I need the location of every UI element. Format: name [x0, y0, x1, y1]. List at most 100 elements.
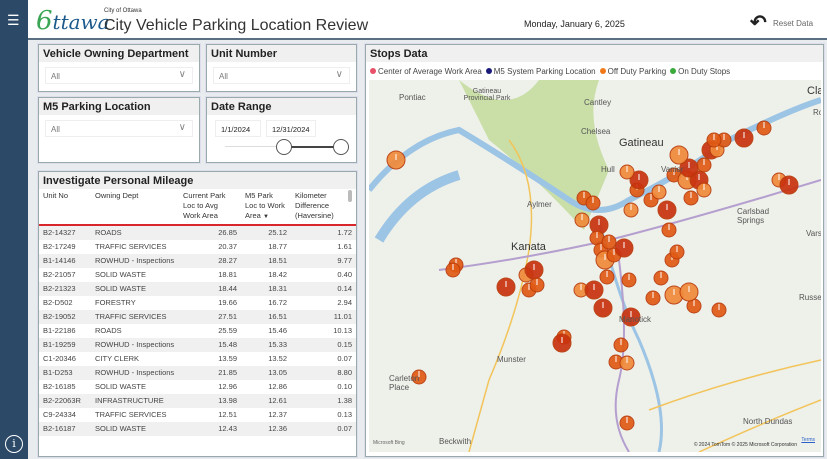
m5-park-km-cell: 18.42: [268, 270, 287, 279]
ottawa-logo: 6ttawa: [36, 6, 110, 36]
owning-dept-cell: SOLID WASTE: [91, 282, 179, 296]
km-difference-cell: 10.13: [333, 326, 352, 335]
unit-no-cell: B1-22186: [43, 326, 76, 335]
column-header-dept[interactable]: Owning Dept: [91, 189, 179, 225]
table-row[interactable]: B1-19259 ROWHUD - Inspections 15.48 15.33 0.…: [39, 338, 356, 352]
unit-no-cell: B2-D502: [43, 298, 73, 307]
owning-dept-cell: SOLID WASTE: [91, 422, 179, 436]
current-park-km-cell: 12.51: [218, 410, 237, 419]
table-row[interactable]: B2-14327 ROADS 26.85 25.12 1.72: [39, 225, 356, 240]
column-header-km[interactable]: Kilometer Difference (Haversine): [291, 189, 356, 225]
current-park-km-cell: 12.96: [218, 382, 237, 391]
column-header-m5[interactable]: M5 Park Loc to Work Area ▼: [241, 189, 291, 225]
scrollbar[interactable]: [348, 190, 352, 202]
start-date-input[interactable]: 1/1/2024: [215, 120, 261, 137]
legend-item[interactable]: Off Duty Parking: [599, 67, 666, 76]
column-header-unit[interactable]: Unit No: [39, 189, 91, 225]
undo-icon[interactable]: ↶: [750, 10, 767, 35]
table-title: Investigate Personal Mileage: [39, 172, 356, 189]
m5-park-km-cell: 18.77: [268, 242, 287, 251]
m5-park-km-cell: 12.36: [241, 422, 291, 436]
current-park-km-cell: 18.81: [218, 270, 237, 279]
reset-data-button[interactable]: Reset Data: [773, 19, 813, 28]
km-difference-cell: 8.80: [291, 366, 356, 380]
owning-dept-cell: INFRASTRUCTURE: [91, 394, 179, 408]
legend-label: M5 System Parking Location: [493, 67, 596, 76]
table-row[interactable]: B2-21323 SOLID WASTE 18.44 18.31 0.14: [39, 282, 356, 296]
km-difference-cell: 2.94: [337, 298, 352, 307]
current-park-km-cell: 13.98: [179, 394, 241, 408]
m5-park-km-cell: 18.51: [241, 254, 291, 268]
dropdown-value: All: [219, 72, 228, 81]
end-date-input[interactable]: 12/31/2024: [266, 120, 316, 137]
terms-link[interactable]: Terms: [801, 437, 815, 443]
column-header-current[interactable]: Current Park Loc to Avg Work Area: [179, 189, 241, 225]
owning-dept-cell: TRAFFIC SERVICES: [95, 242, 167, 251]
unit-dropdown[interactable]: All ∨: [213, 67, 350, 84]
owning-dept-cell: ROWHUD - Inspections: [91, 254, 179, 268]
km-difference-cell: 0.14: [291, 282, 356, 296]
header: 6ttawa City of Ottawa City Vehicle Parki…: [28, 0, 827, 40]
m5-park-km-cell: 13.05: [241, 366, 291, 380]
table-row[interactable]: B2-16185 SOLID WASTE 12.96 12.86 0.10: [39, 380, 356, 394]
m5-park-km-cell: 12.37: [268, 410, 287, 419]
km-difference-cell: 11.01: [291, 310, 356, 324]
m5-park-km-cell: 16.72: [268, 298, 287, 307]
owning-dept-cell: SOLID WASTE: [95, 270, 146, 279]
unit-no-cell: B2-21057: [43, 270, 76, 279]
map[interactable]: Pontiac Gatineau Provincial Park Cantley…: [369, 80, 821, 452]
road: [468, 139, 533, 452]
filter-label: Unit Number: [207, 45, 356, 62]
table-row[interactable]: B2-17249 TRAFFIC SERVICES 20.37 18.77 1.61: [39, 240, 356, 254]
owning-dept-cell: ROADS: [95, 326, 122, 335]
table-row[interactable]: C9-24334 TRAFFIC SERVICES 12.51 12.37 0.13: [39, 408, 356, 422]
place-label: Clare: [807, 85, 821, 97]
unit-no-cell: B1-D253: [39, 366, 91, 380]
table-row[interactable]: B2-19052 TRAFFIC SERVICES 27.51 16.51 11.01: [39, 310, 356, 324]
department-dropdown[interactable]: All ∨: [45, 67, 193, 84]
current-park-km-cell: 26.85: [179, 225, 241, 240]
bing-logo: Microsoft Bing: [373, 440, 405, 446]
table-row[interactable]: C1-20346 CITY CLERK 13.59 13.52 0.07: [39, 352, 356, 366]
mileage-table: Unit No Owning Dept Current Park Loc to …: [39, 189, 356, 436]
legend-dot-icon: [370, 68, 376, 74]
m5-dropdown[interactable]: All ∨: [45, 120, 193, 137]
hamburger-menu-icon[interactable]: ☰: [7, 12, 20, 29]
km-difference-cell: 0.40: [337, 270, 352, 279]
place-label: Rock: [813, 108, 821, 117]
table-row[interactable]: B2-21057 SOLID WASTE 18.81 18.42 0.40: [39, 268, 356, 282]
table-row[interactable]: B1-14146 ROWHUD - Inspections 28.27 18.51 9.…: [39, 254, 356, 268]
place-label: Beckwith: [439, 437, 472, 446]
legend-dot-icon: [599, 68, 606, 74]
highway-417: [438, 179, 821, 271]
km-difference-cell: 0.13: [337, 410, 352, 419]
km-difference-cell: 1.72: [291, 225, 356, 240]
place-label: Carlsbad Springs: [737, 207, 770, 225]
owning-dept-cell: ROADS: [91, 225, 179, 240]
table-row[interactable]: B1-22186 ROADS 25.59 15.46 10.13: [39, 324, 356, 338]
mileage-table-panel: Investigate Personal Mileage Unit No Own…: [38, 171, 357, 457]
stops-map-panel: Stops Data Center of Average Work Area M5…: [365, 44, 824, 457]
unit-no-cell: B1-19259: [39, 338, 91, 352]
place-label: Carleton Place: [389, 374, 420, 392]
legend-item[interactable]: M5 System Parking Location: [485, 67, 596, 76]
current-park-km-cell: 19.66: [218, 298, 237, 307]
place-label: Cantley: [584, 98, 612, 107]
owning-dept-cell: ROWHUD - Inspections: [91, 366, 179, 380]
current-park-km-cell: 13.59: [218, 354, 237, 363]
department-filter: Vehicle Owning Department All ∨: [38, 44, 200, 92]
table-row[interactable]: B2-D502 FORESTRY 19.66 16.72 2.94: [39, 296, 356, 310]
legend-item[interactable]: On Duty Stops: [670, 67, 730, 76]
legend-item[interactable]: Center of Average Work Area: [370, 67, 482, 76]
table-row[interactable]: B2-22063R INFRASTRUCTURE 13.98 12.61 1.38: [39, 394, 356, 408]
table-row[interactable]: B2-16187 SOLID WASTE 12.43 12.36 0.07: [39, 422, 356, 436]
unit-no-cell: B2-16187: [39, 422, 91, 436]
end-slider-handle[interactable]: [333, 139, 349, 155]
info-icon[interactable]: i: [5, 435, 23, 453]
start-slider-handle[interactable]: [276, 139, 292, 155]
legend-dot-icon: [485, 68, 492, 74]
place-label: Russell: [799, 293, 821, 302]
river-west: [374, 170, 461, 243]
table-row[interactable]: B1-D253 ROWHUD - Inspections 21.85 13.05 8.8…: [39, 366, 356, 380]
unit-no-cell: B2-19052: [39, 310, 91, 324]
